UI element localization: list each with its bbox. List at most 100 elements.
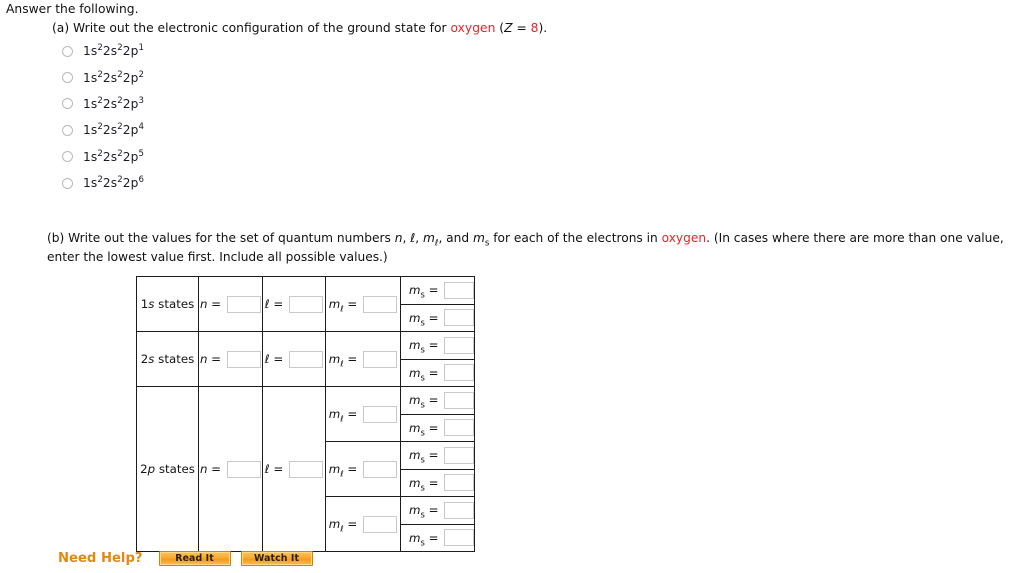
ml-label: mℓ = [328,297,358,314]
watch-it-button[interactable]: Watch It [240,551,313,566]
cell-ms-1s-b: ms = [400,303,475,332]
cell-ml-2p-2: mℓ = [325,441,401,497]
state-label: 1s states [140,297,195,311]
cell-ms-2p-3b: ms = [400,523,475,552]
option-row[interactable]: 1s22s22p6 [62,170,362,196]
ml-label: mℓ = [328,407,358,424]
part-a-element-name: oxygen [450,21,496,35]
part-a-prompt-prefix: (a) Write out the electronic configurati… [52,21,451,35]
cell-ms-2p-3a: ms = [400,496,475,525]
cell-ms-2s-a: ms = [400,331,475,360]
part-b-prompt: (b) Write out the values for the set of … [47,231,1004,264]
l-label: ℓ = [264,352,284,366]
radio-button-option-4[interactable] [62,124,73,136]
ms-label: ms = [409,420,439,438]
ms-label: ms = [409,448,439,465]
radio-button-option-3[interactable] [62,98,73,110]
option-label-6: 1s22s22p6 [83,175,145,191]
need-help-section: Need Help? Read It Watch It [58,551,323,566]
option-row[interactable]: 1s22s22p1 [62,38,362,64]
cell-ms-2p-2b: ms = [400,468,475,497]
input-ml-2s[interactable] [363,350,398,368]
option-label-2: 1s22s22p2 [83,69,145,85]
table-row: 1s states n = ℓ = mℓ = ms = [136,276,475,332]
input-n-1s[interactable] [227,295,262,313]
ml-label: mℓ = [328,517,358,534]
cell-ml-2s: mℓ = [325,331,401,387]
radio-button-option-1[interactable] [62,45,73,57]
input-ms-2p-2b[interactable] [443,474,474,492]
n-label: n = [199,352,222,366]
input-ml-2p-3[interactable] [363,515,398,533]
input-ms-2p-2a[interactable] [443,446,474,464]
input-ms-2p-3b[interactable] [443,529,474,547]
radio-button-option-2[interactable] [62,72,73,84]
ms-label: ms = [409,530,439,548]
ms-label: ms = [409,365,439,383]
cell-ml-2p-1: mℓ = [325,386,401,442]
n-label: n = [199,297,222,311]
cell-n-2p: n = [198,386,263,552]
input-ms-1s-a[interactable] [443,281,474,299]
row-header-2p: 2p states [136,386,199,552]
cell-ms-1s-a: ms = [400,276,475,305]
cell-l-2p: ℓ = [262,386,326,552]
option-row[interactable]: 1s22s22p3 [62,91,362,117]
instruction-text: Answer the following. [6,2,139,16]
input-ml-2p-1[interactable] [363,405,398,423]
ms-label: ms = [409,338,439,355]
part-b-element-name: oxygen [661,231,707,245]
cell-ml-1s: mℓ = [325,276,401,332]
cell-n-2s: n = [198,331,263,387]
l-label: ℓ = [264,462,284,476]
table-row: 2s states n = ℓ = mℓ = ms = [136,331,475,387]
input-ms-2s-b[interactable] [443,364,474,382]
cell-ms-2p-1b: ms = [400,413,475,442]
input-n-2s[interactable] [227,350,262,368]
cell-l-1s: ℓ = [262,276,326,332]
ml-label: mℓ = [328,352,358,369]
ms-label: ms = [409,393,439,410]
n-label: n = [199,462,222,476]
read-it-button[interactable]: Read It [158,551,231,566]
input-l-2s[interactable] [289,350,324,368]
input-ml-2p-2[interactable] [363,460,398,478]
quantum-numbers-table: 1s states n = ℓ = mℓ = ms = ms = 2s stat… [136,276,475,552]
input-ml-1s[interactable] [363,295,398,313]
table-row: 2p states n = ℓ = mℓ = ms = [136,386,475,552]
ms-label: ms = [409,503,439,520]
option-label-4: 1s22s22p4 [83,122,145,138]
ms-label: ms = [409,283,439,300]
input-ms-2p-1a[interactable] [443,391,474,409]
input-l-2p[interactable] [289,460,324,478]
input-ms-2p-3a[interactable] [443,501,474,519]
cell-ml-2p-3: mℓ = [325,496,401,552]
exercise-page: Answer the following. (a) Write out the … [0,0,1024,573]
row-header-2s: 2s states [136,331,199,387]
ms-label: ms = [409,310,439,328]
cell-ms-2p-2a: ms = [400,441,475,470]
part-a-prompt: (a) Write out the electronic configurati… [52,21,547,35]
cell-n-1s: n = [198,276,263,332]
input-ms-2p-1b[interactable] [443,419,474,437]
option-row[interactable]: 1s22s22p2 [62,64,362,90]
radio-button-option-5[interactable] [62,151,73,163]
state-label: 2p states [140,462,195,476]
cell-ms-2s-b: ms = [400,358,475,387]
radio-button-option-6[interactable] [62,177,73,189]
input-n-2p[interactable] [227,460,262,478]
l-label: ℓ = [264,297,284,311]
option-row[interactable]: 1s22s22p5 [62,144,362,170]
option-label-3: 1s22s22p3 [83,95,145,111]
ml-label: mℓ = [328,462,358,479]
option-label-5: 1s22s22p5 [83,148,145,164]
option-label-1: 1s22s22p1 [83,43,145,59]
input-ms-2s-a[interactable] [443,336,474,354]
state-label: 2s states [140,352,195,366]
part-a-prompt-suffix: (Z = 8). [495,21,548,35]
cell-l-2s: ℓ = [262,331,326,387]
input-ms-1s-b[interactable] [443,309,474,327]
cell-ms-2p-1a: ms = [400,386,475,415]
input-l-1s[interactable] [289,295,324,313]
option-row[interactable]: 1s22s22p4 [62,117,362,143]
